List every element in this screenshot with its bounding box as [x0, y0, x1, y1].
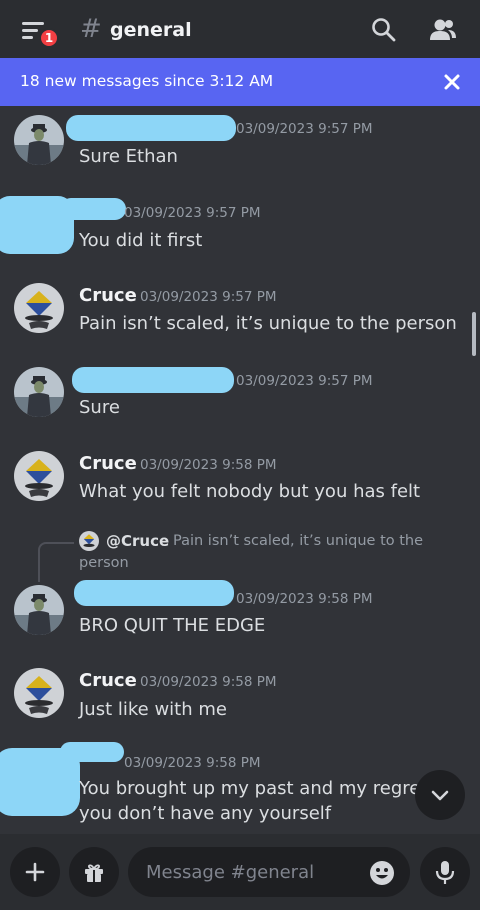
channel-hash-icon: #	[80, 14, 102, 44]
message-author[interactable]: Cruce	[79, 670, 137, 691]
new-messages-text: 18 new messages since 3:12 AM	[20, 72, 274, 90]
message-text-continued: you don’t have any yourself	[79, 803, 332, 824]
message-composer	[0, 834, 480, 910]
gift-button[interactable]	[69, 847, 119, 897]
message-timestamp: 03/09/2023 9:57 PM	[124, 205, 261, 221]
redacted-username	[72, 367, 234, 393]
message-timestamp: 03/09/2023 9:57 PM	[236, 121, 373, 137]
avatar[interactable]	[14, 585, 64, 635]
message-text: What you felt nobody but you has felt	[79, 481, 421, 502]
message-text: Sure	[79, 397, 120, 418]
message-text: BRO QUIT THE EDGE	[79, 615, 266, 636]
message-timestamp: 03/09/2023 9:57 PM	[236, 373, 373, 389]
add-attachment-button[interactable]	[10, 847, 60, 897]
avatar[interactable]	[14, 367, 64, 417]
search-icon[interactable]	[370, 16, 398, 44]
avatar[interactable]	[14, 668, 64, 718]
message-timestamp: 03/09/2023 9:58 PM	[140, 457, 277, 473]
reply-username[interactable]: @Cruce	[106, 532, 169, 550]
message-timestamp: 03/09/2023 9:58 PM	[236, 591, 373, 607]
message-author[interactable]: Cruce	[79, 453, 137, 474]
message-text: You brought up my past and my regrets, l	[79, 778, 454, 799]
redacted-username	[74, 580, 234, 606]
avatar[interactable]	[14, 115, 64, 165]
message-text: You did it first	[79, 230, 203, 251]
close-icon[interactable]	[440, 70, 464, 94]
members-icon[interactable]	[428, 16, 456, 44]
message-text: Sure Ethan	[79, 146, 178, 167]
discord-chat-screen: 1 # general 18 new messages since 3:12 A…	[0, 0, 480, 910]
channel-header: 1 # general	[0, 0, 480, 58]
message-text: Pain isn’t scaled, it’s unique to the pe…	[79, 313, 457, 334]
message-timestamp: 03/09/2023 9:58 PM	[124, 755, 261, 771]
redacted-username	[60, 198, 126, 220]
avatar[interactable]	[14, 451, 64, 501]
voice-message-button[interactable]	[420, 847, 470, 897]
channel-title: general	[110, 19, 192, 41]
redacted-username	[66, 115, 236, 141]
message-text: Just like with me	[79, 699, 227, 720]
scrollbar-thumb[interactable]	[472, 312, 476, 356]
avatar[interactable]	[14, 283, 64, 333]
reply-preview-text[interactable]: Pain isn’t scaled, it’s unique to the	[173, 533, 423, 549]
reply-connector	[38, 542, 74, 582]
message-timestamp: 03/09/2023 9:57 PM	[140, 289, 277, 305]
chevron-down-icon	[431, 790, 449, 801]
new-messages-banner[interactable]: 18 new messages since 3:12 AM	[0, 58, 480, 106]
gift-icon	[85, 864, 103, 882]
microphone-icon	[435, 861, 455, 884]
reply-preview-text-continued[interactable]: person	[79, 555, 129, 571]
message-author[interactable]: Cruce	[79, 285, 137, 306]
jump-to-bottom-button[interactable]	[415, 770, 465, 820]
plus-icon	[25, 862, 45, 882]
menu-button[interactable]: 1	[18, 16, 62, 50]
notification-badge: 1	[39, 28, 59, 48]
redacted-username	[60, 742, 124, 762]
reply-avatar	[79, 531, 99, 551]
emoji-icon[interactable]	[368, 859, 396, 887]
message-timestamp: 03/09/2023 9:58 PM	[140, 674, 277, 690]
